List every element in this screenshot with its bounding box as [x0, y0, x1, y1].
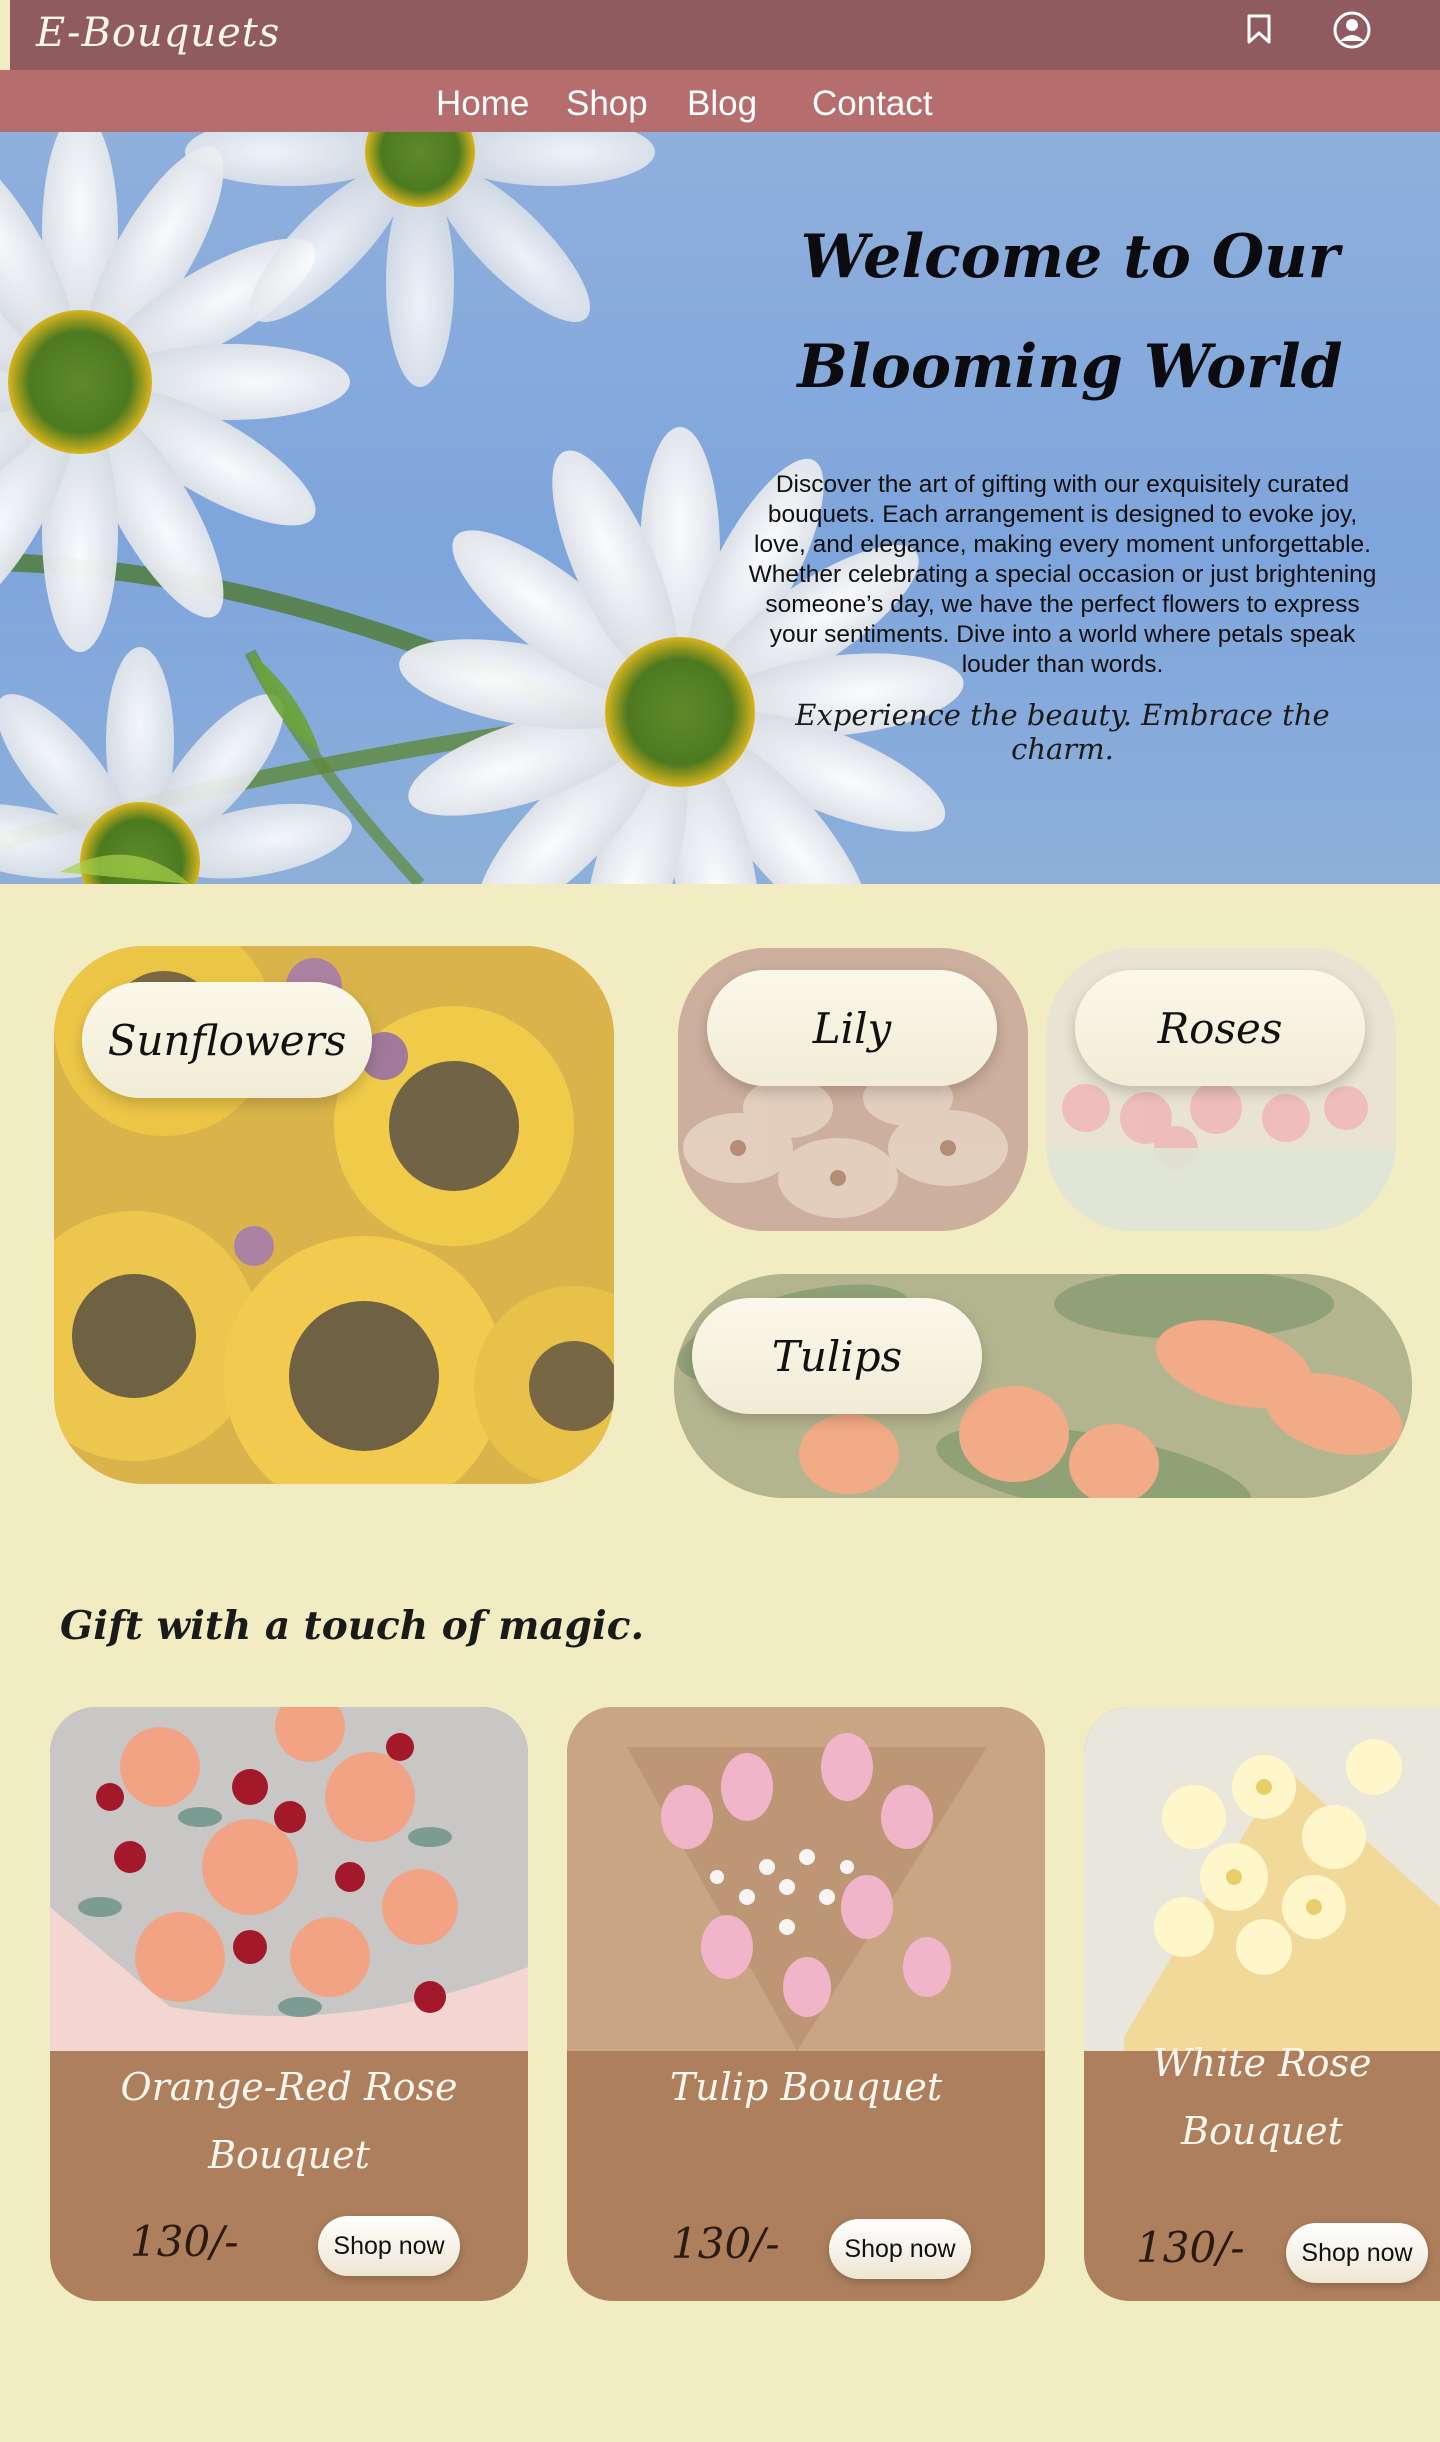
hero-title: Welcome to Our Blooming World — [760, 202, 1380, 422]
category-card-lily[interactable]: Lily — [678, 948, 1028, 1231]
product-price: 130/- — [671, 2219, 780, 2268]
top-bar: E-Bouquets — [0, 0, 1440, 70]
shop-now-button[interactable]: Shop now — [829, 2219, 971, 2279]
category-label-roses: Roses — [1075, 970, 1365, 1086]
shop-now-button[interactable]: Shop now — [1286, 2223, 1428, 2283]
user-circle-icon[interactable] — [1332, 10, 1372, 50]
nav-contact[interactable]: Contact — [812, 84, 933, 124]
product-name: Tulip Bouquet — [567, 2053, 1045, 2121]
nav-shop[interactable]: Shop — [566, 84, 648, 124]
category-label-lily: Lily — [707, 970, 997, 1086]
product-image-white-rose-bouquet — [1084, 1707, 1440, 2051]
hero-tagline: Experience the beauty. Embrace the charm… — [795, 698, 1330, 766]
site-logo[interactable]: E-Bouquets — [36, 10, 280, 56]
product-name-line2: Bouquet — [1181, 2109, 1343, 2153]
hero-title-line2: Blooming World — [797, 332, 1343, 402]
product-card[interactable]: Tulip Bouquet 130/- Shop now — [567, 1707, 1045, 2301]
product-card[interactable]: Orange-Red Rose Bouquet 130/- Shop now — [50, 1707, 528, 2301]
product-name-line1: Tulip Bouquet — [669, 2065, 943, 2109]
shop-now-button[interactable]: Shop now — [318, 2216, 460, 2276]
main-nav: Home Shop Blog Contact — [0, 70, 1440, 132]
bookmark-icon[interactable] — [1242, 12, 1276, 46]
product-name-line1: White Rose — [1152, 2041, 1372, 2085]
hero-title-line1: Welcome to Our — [800, 222, 1340, 292]
category-card-tulips[interactable]: Tulips — [674, 1274, 1412, 1498]
product-price: 130/- — [1136, 2223, 1245, 2272]
product-card[interactable]: White Rose Bouquet 130/- Shop now — [1084, 1707, 1440, 2301]
category-label-tulips: Tulips — [692, 1298, 982, 1414]
left-edge-strip — [0, 0, 10, 70]
product-name: Orange-Red Rose Bouquet — [50, 2053, 528, 2189]
nav-blog[interactable]: Blog — [687, 84, 757, 124]
product-price: 130/- — [130, 2217, 239, 2266]
hero-banner: Welcome to Our Blooming World Discover t… — [0, 132, 1440, 884]
product-name: White Rose Bouquet — [1084, 2029, 1440, 2165]
products-section-title: Gift with a touch of magic. — [60, 1603, 645, 1649]
hero-description: Discover the art of gifting with our exq… — [748, 471, 1377, 678]
nav-home[interactable]: Home — [436, 84, 529, 124]
product-name-line2: Bouquet — [208, 2133, 370, 2177]
product-name-line1: Orange-Red Rose — [120, 2065, 458, 2109]
product-image-orange-red-roses — [50, 1707, 528, 2051]
category-card-roses[interactable]: Roses — [1046, 948, 1396, 1231]
product-image-tulip-bouquet — [567, 1707, 1045, 2051]
category-card-sunflowers[interactable]: Sunflowers — [54, 946, 614, 1484]
category-label-sunflowers: Sunflowers — [82, 982, 372, 1098]
